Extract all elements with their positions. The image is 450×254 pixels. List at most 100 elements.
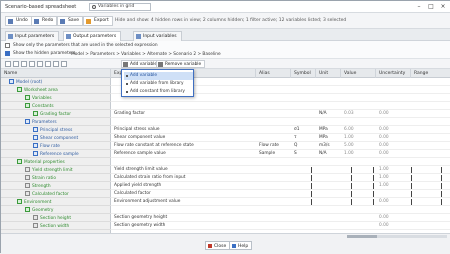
cell-symbol[interactable]: σ1 (294, 127, 299, 133)
cell-uncertainty[interactable]: 1.00 (379, 167, 389, 173)
save-button[interactable]: Save (57, 16, 84, 26)
cell-expression[interactable]: Flow rate constant at reference state (114, 143, 194, 149)
cell-uncertainty[interactable]: 0.00 (379, 223, 389, 229)
menu-item-add-constant-library[interactable]: Add constant from library (124, 88, 193, 96)
show-hidden-checkbox[interactable]: Show the hidden parameters (5, 50, 75, 57)
paste-icon[interactable] (53, 61, 59, 67)
cell-expression[interactable]: Reference sample value (114, 151, 166, 157)
close-icon[interactable]: × (437, 2, 449, 12)
cell-uncertainty[interactable]: 0.00 (379, 143, 389, 149)
col-value[interactable]: Value (341, 69, 376, 78)
tab-input-parameters[interactable]: Input parameters (5, 31, 60, 41)
tree-row[interactable]: Variables (1, 94, 111, 102)
cell-unit[interactable]: N/A (319, 151, 327, 157)
cell-value[interactable]: 5.00 (344, 143, 354, 149)
tree-row[interactable]: Strength (1, 182, 111, 190)
table-row[interactable]: Principal stress value σ1 MPa 6.00 0.00 (111, 126, 450, 134)
col-uncertainty[interactable]: Uncertainty (376, 69, 411, 78)
tree-row[interactable]: Geometry (1, 206, 111, 214)
tab-output-parameters[interactable]: Output parameters (63, 31, 122, 41)
cell-uncertainty[interactable]: 0.00 (379, 199, 389, 205)
table-row[interactable]: Reference sample value Sample S N/A 1.00 0.00 (111, 150, 450, 158)
undo-button[interactable]: Undo (5, 16, 32, 26)
minimize-icon[interactable]: – (413, 2, 425, 12)
cell-value[interactable]: 6.00 (344, 127, 354, 133)
tree-row[interactable]: Section width (1, 222, 111, 230)
expand-all-icon[interactable] (5, 61, 11, 67)
cell-uncertainty[interactable]: 0.00 (379, 127, 389, 133)
horizontal-scrollbar[interactable] (347, 235, 447, 238)
table-row[interactable]: Flow rate constant at reference state Flo… (111, 142, 450, 150)
delete-icon[interactable] (61, 61, 67, 67)
cell-uncertainty[interactable]: 1.00 (379, 183, 389, 189)
tree-row[interactable]: Model (root) (1, 78, 111, 86)
table-row[interactable] (111, 206, 450, 214)
cell-value[interactable]: 1.00 (344, 135, 354, 141)
tree-row[interactable]: Shear component (1, 134, 111, 142)
cell-symbol[interactable]: S (294, 151, 297, 157)
sort-icon[interactable] (29, 61, 35, 67)
cell-unit[interactable]: N/A (319, 111, 327, 117)
tree-row[interactable]: Strain ratio (1, 174, 111, 182)
cell-uncertainty[interactable]: 1.00 (379, 175, 389, 181)
table-row[interactable] (111, 118, 450, 126)
help-button[interactable]: Help (229, 241, 253, 250)
cell-expression[interactable]: Shear component value (114, 135, 165, 141)
cell-symbol[interactable]: τ (294, 135, 297, 141)
cell-unit[interactable]: m3/s (319, 143, 330, 149)
cell-expression[interactable]: Grading factor (114, 111, 145, 117)
table-row[interactable] (111, 158, 450, 166)
tree-row[interactable]: Parameters (1, 118, 111, 126)
cell-value[interactable]: 1.00 (344, 151, 354, 157)
col-unit[interactable]: Unit (316, 69, 341, 78)
cell-value[interactable]: 0.03 (344, 111, 354, 117)
tree-row[interactable]: Calculated factor (1, 190, 111, 198)
col-alias[interactable]: Alias (256, 69, 291, 78)
tree-row[interactable]: Grading factor (1, 110, 111, 118)
tree-row[interactable]: Yield strength limit (1, 166, 111, 174)
table-row[interactable]: Environment adjustment value 0.00 (111, 198, 450, 206)
table-row[interactable] (111, 102, 450, 110)
tree-row[interactable]: Material properties (1, 158, 111, 166)
menu-item-add-variable[interactable]: Add variable (124, 72, 193, 80)
table-row[interactable]: Section geometry height 0.00 (111, 214, 450, 222)
tree-row[interactable]: Section height (1, 214, 111, 222)
col-symbol[interactable]: Symbol (291, 69, 316, 78)
cell-unit[interactable]: MPa (319, 135, 328, 141)
redo-button[interactable]: Redo (31, 16, 58, 26)
tree-row[interactable]: Principal stress (1, 126, 111, 134)
cell-expression[interactable]: Section geometry width (114, 223, 165, 229)
col-name[interactable]: Name (1, 69, 111, 78)
cell-expression[interactable]: Applied yield strength (114, 183, 161, 189)
tree-row[interactable]: Environment (1, 198, 111, 206)
close-button[interactable]: Close (205, 241, 231, 250)
table-row[interactable]: Calculated strain ratio from input 1.00 (111, 174, 450, 182)
table-row[interactable]: Shear component value τ MPa 1.00 0.00 (111, 134, 450, 142)
cell-uncertainty[interactable]: 0.00 (379, 135, 389, 141)
cell-alias[interactable]: Flow rate (259, 143, 279, 149)
menu-item-add-variable-library[interactable]: Add variable from library (124, 80, 193, 88)
tree-row[interactable]: Constants (1, 102, 111, 110)
refresh-icon[interactable] (37, 61, 43, 67)
table-row[interactable]: Yield strength limit value 1.00 (111, 166, 450, 174)
table-row[interactable]: Grading factor N/A 0.03 0.00 (111, 110, 450, 118)
cell-uncertainty[interactable]: 0.00 (379, 215, 389, 221)
tree-row[interactable]: Reference sample (1, 150, 111, 158)
cell-uncertainty[interactable]: 0.00 (379, 151, 389, 157)
cell-expression[interactable]: Yield strength limit value (114, 167, 168, 173)
tree-row[interactable]: Worksheet area (1, 86, 111, 94)
show-used-checkbox[interactable]: Show only the parameters that are used i… (5, 42, 158, 49)
tree-row[interactable]: Flow rate (1, 142, 111, 150)
tab-input-variables[interactable]: Input variables (133, 31, 182, 41)
table-row[interactable]: Calculated factor (111, 190, 450, 198)
cell-expression[interactable]: Calculated factor (114, 191, 151, 197)
maximize-icon[interactable]: □ (425, 2, 437, 12)
cell-expression[interactable]: Environment adjustment value (114, 199, 180, 205)
cell-expression[interactable]: Principal stress value (114, 127, 160, 133)
scroll-thumb[interactable] (347, 235, 377, 238)
col-range[interactable]: Range (411, 69, 450, 78)
table-row[interactable]: Applied yield strength 1.00 (111, 182, 450, 190)
cell-alias[interactable]: Sample (259, 151, 275, 157)
cell-expression[interactable]: Section geometry height (114, 215, 167, 221)
copy-icon[interactable] (45, 61, 51, 67)
